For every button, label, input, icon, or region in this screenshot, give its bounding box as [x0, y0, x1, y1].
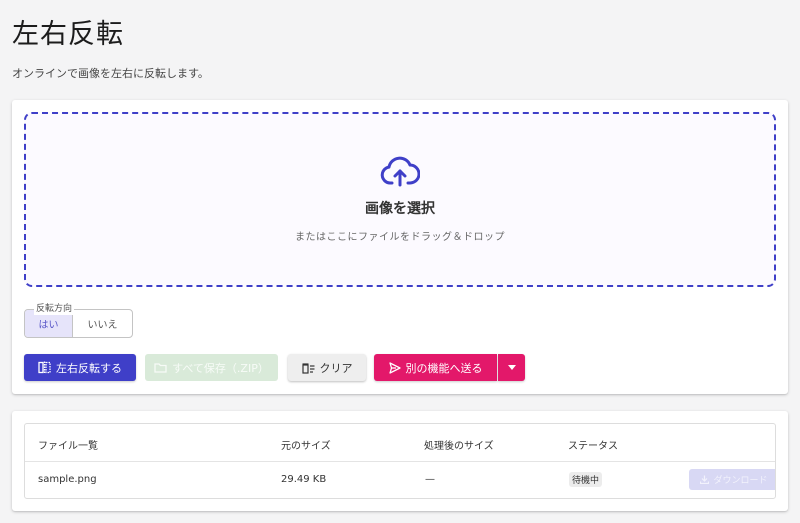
clear-button-label: クリア [319, 361, 353, 375]
upload-card: 画像を選択 またはここにファイルをドラッグ＆ドロップ 反転方向 はい いいえ 左… [12, 100, 788, 394]
original-size: 29.49 KB [281, 474, 327, 485]
save-all-zip-button[interactable]: すべて保存（.ZIP） [145, 354, 278, 381]
send-button-label: 別の機能へ送る [405, 361, 483, 375]
flip-button[interactable]: 左右反転する [24, 354, 136, 381]
download-button-label: ダウンロード [713, 476, 768, 486]
file-name: sample.png [38, 474, 97, 485]
file-table: ファイル一覧 元のサイズ 処理後のサイズ ステータス sample.png 29… [24, 423, 776, 499]
download-icon [700, 475, 710, 484]
column-header-status: ステータス [568, 441, 618, 452]
file-dropzone[interactable]: 画像を選択 またはここにファイルをドラッグ＆ドロップ [24, 112, 776, 287]
download-button[interactable]: ダウンロード [689, 469, 775, 490]
cloud-upload-icon [380, 156, 420, 187]
chevron-down-icon [507, 365, 516, 370]
page-description: オンラインで画像を左右に反転します。 [12, 67, 209, 80]
header-divider [25, 461, 775, 462]
clear-list-icon [301, 362, 314, 374]
page-title: 左右反転 [12, 19, 124, 50]
flip-horizontal-icon [38, 361, 51, 374]
file-table-card: ファイル一覧 元のサイズ 処理後のサイズ ステータス sample.png 29… [12, 411, 788, 511]
direction-legend: 反転方向 [34, 303, 75, 315]
save-all-label: すべて保存（.ZIP） [172, 361, 269, 375]
column-header-file: ファイル一覧 [38, 441, 98, 452]
column-header-processed-size: 処理後のサイズ [424, 441, 494, 452]
column-header-original-size: 元のサイズ [281, 441, 331, 452]
dropzone-subtitle: またはここにファイルをドラッグ＆ドロップ [295, 232, 505, 243]
status-badge: 待機中 [569, 472, 603, 487]
clear-button[interactable]: クリア [288, 354, 366, 381]
processed-size: — [425, 474, 435, 485]
send-to-feature-button[interactable]: 別の機能へ送る [374, 354, 497, 381]
send-dropdown-button[interactable] [498, 354, 525, 381]
send-icon [388, 361, 401, 374]
direction-toggle-group: 反転方向 はい いいえ [24, 303, 133, 338]
folder-icon [154, 363, 167, 373]
flip-button-label: 左右反転する [56, 361, 122, 375]
dropzone-title: 画像を選択 [365, 201, 435, 217]
direction-option-no[interactable]: いいえ [73, 310, 132, 337]
